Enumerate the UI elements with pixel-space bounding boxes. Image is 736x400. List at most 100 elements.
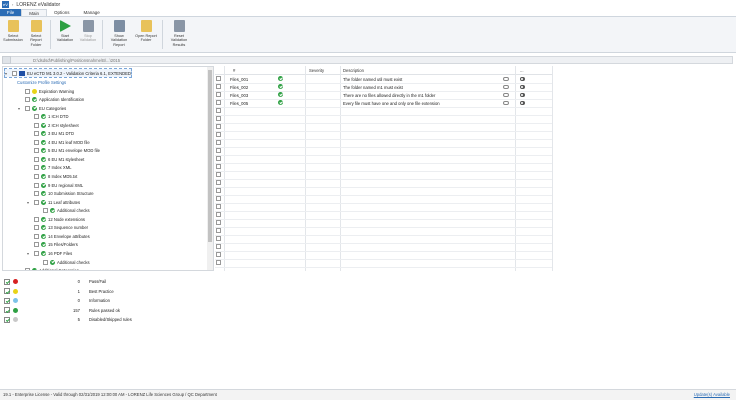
table-row[interactable] [215, 140, 552, 148]
customize-profile-link[interactable]: Customize Profile Settings [17, 80, 66, 85]
ribbon-button-4[interactable]: Show Validation Report [106, 20, 132, 49]
table-row[interactable] [215, 260, 552, 268]
table-row[interactable] [215, 164, 552, 172]
col-severity-header[interactable]: Severity [309, 66, 324, 74]
row-checkbox[interactable] [216, 92, 221, 100]
table-row[interactable] [215, 156, 552, 164]
row-checkbox[interactable] [216, 252, 221, 260]
tree-item[interactable]: 1 ICH DTD [27, 113, 68, 121]
row-checkbox[interactable] [216, 148, 221, 156]
row-checkbox[interactable] [216, 100, 221, 108]
tree-scrollbar[interactable] [207, 67, 213, 270]
checkbox[interactable] [25, 97, 30, 103]
row-settings[interactable] [520, 100, 525, 108]
tab-options[interactable]: Options [47, 9, 77, 16]
row-checkbox[interactable] [216, 196, 221, 204]
row-settings[interactable] [520, 84, 525, 92]
checkbox[interactable] [12, 70, 17, 76]
row-checkbox[interactable] [216, 228, 221, 236]
checkbox[interactable] [25, 88, 30, 94]
tree-item[interactable]: 8 Index MD5.txt [27, 173, 77, 181]
summary-filter-checkbox[interactable] [4, 297, 10, 304]
checkbox[interactable] [34, 199, 39, 205]
collapse-icon[interactable]: ▾ [18, 268, 23, 270]
row-checkbox[interactable] [216, 172, 221, 180]
tree-item[interactable]: 4 EU M1 leaf MOD file [27, 138, 90, 146]
checkbox[interactable] [34, 225, 39, 231]
row-checkbox[interactable] [216, 124, 221, 132]
table-row[interactable]: Files_005 Every file must have one and on… [215, 100, 552, 108]
tree-root[interactable]: ▾ EU eCTD M1 3.0.2 - Validation Criteria … [4, 68, 132, 78]
summary-filter-checkbox[interactable] [4, 307, 10, 313]
col-description-header[interactable]: Description [343, 66, 364, 74]
tree-item[interactable]: 7 Index XML [27, 164, 72, 172]
row-checkbox[interactable] [216, 156, 221, 164]
tree-item[interactable]: 5 EU M1 envelope MOD file [27, 147, 100, 155]
summary-filter-checkbox[interactable] [4, 288, 10, 294]
table-row[interactable]: Files_002 The folder named m1 must exist [215, 84, 552, 92]
tree-item[interactable]: 3 EU M1 DTD [27, 130, 74, 138]
row-comment[interactable] [503, 84, 509, 92]
tree-item[interactable]: 14 Envelope attributes [27, 232, 90, 240]
summary-filter-checkbox[interactable] [4, 316, 10, 323]
table-row[interactable] [215, 108, 552, 116]
row-checkbox[interactable] [216, 140, 221, 148]
checkbox[interactable] [34, 165, 39, 171]
tree-item[interactable]: ▾ 16 PDF Files [27, 249, 72, 257]
checkbox[interactable] [34, 250, 39, 256]
collapse-icon[interactable]: ▾ [27, 200, 32, 205]
comment-icon[interactable] [503, 101, 509, 105]
checkbox[interactable] [34, 122, 39, 128]
ribbon-button-6[interactable]: Reset Validation Results [166, 20, 192, 49]
table-row[interactable] [215, 188, 552, 196]
row-checkbox[interactable] [216, 220, 221, 228]
submission-path-field[interactable]: D:\dsdsd\Publishing\Positionsnahme\B\...… [2, 56, 733, 64]
checkbox[interactable] [43, 208, 48, 214]
tree-item[interactable]: Additional checks [36, 258, 90, 266]
table-row[interactable] [215, 228, 552, 236]
tab-manage[interactable]: Manage [77, 9, 107, 16]
table-row[interactable]: Files_003 There are no files allowed dire… [215, 92, 552, 100]
col-id-header[interactable]: # [233, 66, 235, 74]
tree-item[interactable]: Additional checks [36, 207, 90, 215]
col-actions-header[interactable]: ... [520, 66, 524, 74]
checkbox[interactable] [34, 191, 39, 197]
row-comment[interactable] [503, 76, 509, 84]
tree-item[interactable]: 2 ICH stylesheet [27, 121, 79, 129]
gear-icon[interactable] [520, 84, 525, 89]
checkbox[interactable] [43, 259, 48, 265]
tree-item[interactable]: 12 Node extensions [27, 215, 85, 223]
checkbox[interactable] [34, 182, 39, 188]
row-settings[interactable] [520, 76, 525, 84]
row-checkbox[interactable] [216, 76, 221, 84]
tree-item[interactable]: ▾ Additional Categories [18, 267, 79, 270]
collapse-icon[interactable]: ▾ [18, 106, 23, 111]
row-checkbox[interactable] [216, 164, 221, 172]
table-row[interactable] [215, 148, 552, 156]
checkbox[interactable] [25, 105, 30, 111]
gear-icon[interactable] [520, 92, 525, 97]
row-checkbox[interactable] [216, 180, 221, 188]
table-row[interactable] [215, 204, 552, 212]
tree-item[interactable]: ▾ EU Categories [18, 104, 66, 112]
table-row[interactable] [215, 220, 552, 228]
tab-main[interactable]: Main [21, 9, 48, 16]
row-checkbox[interactable] [216, 188, 221, 196]
table-row[interactable] [215, 124, 552, 132]
checkbox[interactable] [34, 114, 39, 120]
table-row[interactable] [215, 132, 552, 140]
customize-profile-row[interactable]: Customize Profile Settings [17, 78, 66, 86]
table-row[interactable] [215, 196, 552, 204]
tree-scrollbar-thumb[interactable] [208, 70, 212, 242]
row-comment[interactable] [503, 100, 509, 108]
path-dropdown-button[interactable] [2, 56, 11, 64]
updates-link[interactable]: Update(s) Available [694, 390, 730, 400]
tree-item[interactable]: 10 Submission Structure [27, 190, 94, 198]
row-checkbox[interactable] [216, 116, 221, 124]
checkbox[interactable] [34, 139, 39, 145]
checkbox[interactable] [34, 233, 39, 239]
row-settings[interactable] [520, 92, 525, 100]
tree-item[interactable]: 6 EU M1 stylesheet [27, 155, 84, 163]
tree-item[interactable]: 13 Sequence number [27, 224, 88, 232]
checkbox[interactable] [34, 242, 39, 248]
